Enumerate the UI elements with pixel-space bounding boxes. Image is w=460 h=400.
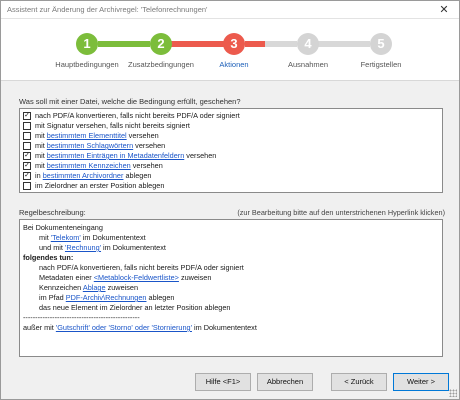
step-3-circle: 3 — [223, 33, 245, 55]
action-text: mit Signatur versehen, falls nicht berei… — [35, 121, 190, 130]
checkbox[interactable] — [23, 182, 31, 190]
rule-text: im Dokumententext — [80, 233, 146, 242]
rule-text: Metadaten einer — [39, 273, 94, 282]
next-button[interactable]: Weiter > — [393, 373, 449, 391]
action-text: im Zielordner an erster Position ablegen — [35, 181, 165, 190]
checkbox[interactable]: ✓ — [23, 112, 31, 120]
rule-link-exceptions[interactable]: 'Gutschrift' oder 'Storno' oder 'Stornie… — [56, 323, 192, 332]
action-link[interactable]: bestimmten Schlagwörtern — [47, 141, 133, 150]
rule-text: mit — [39, 233, 51, 242]
rule-text: Bei Dokumenteneingang — [23, 223, 103, 232]
checkbox[interactable]: ✓ — [23, 172, 31, 180]
rule-text: im Dokumententext — [191, 323, 257, 332]
action-text: versehen — [126, 131, 159, 140]
rule-link-rechnung[interactable]: 'Rechnung' — [65, 243, 101, 252]
rule-text: Kennzeichen — [39, 283, 83, 292]
action-text: mit — [35, 131, 47, 140]
step-progress: 1 2 3 4 5 Hauptbedingungen Zusatzbedingu… — [1, 19, 459, 81]
checkbox[interactable] — [23, 122, 31, 130]
action-text: versehen — [130, 161, 163, 170]
rule-line: das neue Element im Zielordner an letzte… — [39, 303, 230, 313]
help-button[interactable]: Hilfe <F1> — [195, 373, 251, 391]
step-5-circle: 5 — [370, 33, 392, 55]
rule-edit-hint: (zur Bearbeitung bitte auf den unterstri… — [237, 208, 445, 217]
rule-text: zuweisen — [178, 273, 212, 282]
rule-description-label: Regelbeschreibung: — [19, 208, 86, 217]
action-text: versehen — [133, 141, 166, 150]
rule-line: im Pfad PDF-Archiv\Rechnungen ablegen — [39, 293, 174, 303]
rule-line: Bei Dokumenteneingang — [23, 223, 103, 233]
step-2-label: Zusatzbedingungen — [128, 60, 194, 69]
step-connector — [98, 41, 150, 47]
rule-text: und mit — [39, 243, 65, 252]
action-link[interactable]: bestimmtem Elementtitel — [47, 131, 127, 140]
rule-text: das neue Element im Zielordner an letzte… — [39, 303, 231, 312]
action-text: mit — [35, 141, 47, 150]
step-connector — [171, 41, 224, 47]
rule-line: mit 'Telekom' im Dokumententext — [39, 233, 146, 243]
rule-link-metablock[interactable]: <Metablock-Feldwertliste> — [94, 273, 179, 282]
window-title: Assistent zur Änderung der Archivregel: … — [7, 5, 208, 14]
action-text: mit — [35, 161, 47, 170]
rule-text: außer mit — [23, 323, 56, 332]
action-text: mit — [35, 151, 47, 160]
rule-line: nach PDF/A konvertieren, falls nicht ber… — [39, 263, 244, 273]
rule-text: ablegen — [146, 293, 175, 302]
cancel-button[interactable]: Abbrechen — [257, 373, 313, 391]
checkbox[interactable] — [23, 132, 31, 140]
action-text: nach PDF/A konvertieren, falls nicht ber… — [35, 111, 240, 120]
actions-question: Was soll mit einer Datei, welche die Bed… — [19, 97, 241, 106]
rule-text: zuweisen — [105, 283, 139, 292]
step-5-label: Fertigstellen — [360, 60, 402, 69]
rule-separator: ----------------------------------------… — [23, 313, 140, 323]
rule-line: folgendes tun: — [23, 253, 73, 263]
step-connector — [245, 41, 265, 47]
rule-line: und mit 'Rechnung' im Dokumententext — [39, 243, 166, 253]
wizard-window: Assistent zur Änderung der Archivregel: … — [0, 0, 460, 400]
back-button[interactable]: < Zurück — [331, 373, 387, 391]
step-4-label: Ausnahmen — [287, 60, 329, 69]
actions-checklist: ✓ nach PDF/A konvertieren, falls nicht be… — [19, 108, 443, 193]
rule-line: Kennzeichen Ablage zuweisen — [39, 283, 138, 293]
checkbox[interactable] — [23, 142, 31, 150]
rule-link-telekom[interactable]: 'Telekom' — [51, 233, 81, 242]
step-1-label: Hauptbedingungen — [55, 60, 119, 69]
checkbox[interactable]: ✓ — [23, 162, 31, 170]
action-text: in — [35, 171, 43, 180]
step-connector — [318, 41, 370, 47]
checkbox[interactable]: ✓ — [23, 152, 31, 160]
rule-text: im Pfad — [39, 293, 66, 302]
title-bar: Assistent zur Änderung der Archivregel: … — [1, 1, 459, 19]
rule-description-box: Bei Dokumenteneingang mit 'Telekom' im D… — [19, 219, 443, 357]
action-link[interactable]: bestimmten Archivordner — [43, 171, 124, 180]
rule-line: außer mit 'Gutschrift' oder 'Storno' ode… — [23, 323, 257, 333]
close-icon[interactable]: ✕ — [433, 3, 455, 17]
step-4-circle: 4 — [297, 33, 319, 55]
step-1-circle: 1 — [76, 33, 98, 55]
rule-text: folgendes tun: — [23, 253, 74, 262]
action-text: ablegen — [123, 171, 152, 180]
rule-text: ----------------------------------------… — [23, 313, 140, 322]
rule-link-path[interactable]: PDF-Archiv\Rechnungen — [66, 293, 147, 302]
step-2-circle: 2 — [150, 33, 172, 55]
rule-text: nach PDF/A konvertieren, falls nicht ber… — [39, 263, 244, 272]
action-text: versehen — [184, 151, 217, 160]
rule-line: Metadaten einer <Metablock-Feldwertliste… — [39, 273, 211, 283]
rule-link-ablage[interactable]: Ablage — [83, 283, 106, 292]
step-3-label: Aktionen — [219, 60, 249, 69]
rule-text: im Dokumententext — [101, 243, 166, 252]
resize-grip[interactable] — [449, 389, 457, 397]
action-link[interactable]: bestimmten Einträgen in Metadatenfeldern — [47, 151, 185, 160]
action-link[interactable]: bestimmtem Kennzeichen — [47, 161, 131, 170]
step-connector — [265, 41, 297, 47]
